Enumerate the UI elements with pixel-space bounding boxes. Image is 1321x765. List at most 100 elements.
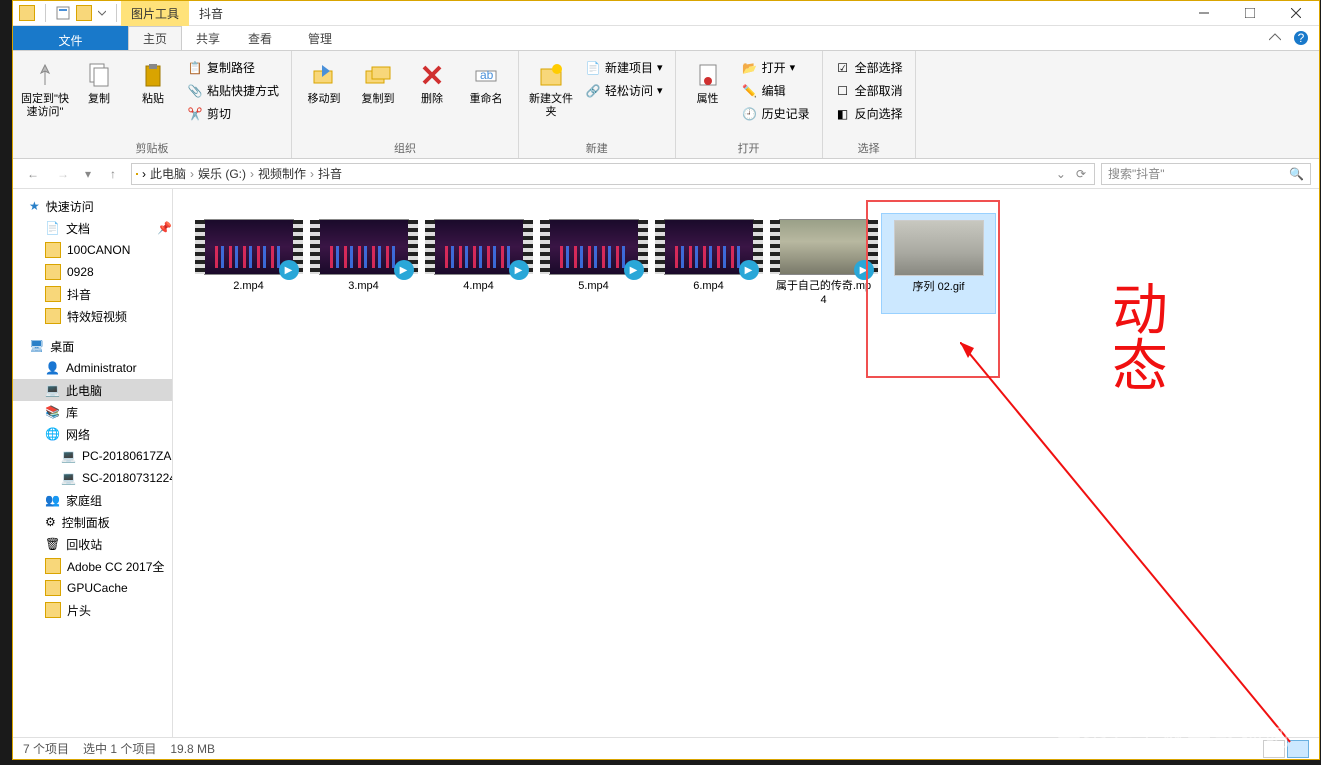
tab-home[interactable]: 主页: [128, 26, 182, 50]
sidebar-net-pc[interactable]: 💻SC-201807312245: [13, 467, 172, 489]
file-item[interactable]: ▶4.mp4: [421, 213, 536, 314]
tab-view[interactable]: 查看: [234, 26, 286, 50]
select-all-button[interactable]: ☑全部选择: [831, 57, 907, 78]
sidebar-net-pc[interactable]: 💻PC-20180617ZAS: [13, 445, 172, 467]
pin-quick-access-button[interactable]: 固定到"快速访问": [21, 55, 69, 119]
file-name: 3.mp4: [348, 279, 379, 293]
file-thumbnail: ▶: [549, 219, 639, 275]
file-item[interactable]: ▶6.mp4: [651, 213, 766, 314]
qat-properties-icon[interactable]: [56, 6, 70, 20]
sidebar-network[interactable]: 🌐网络: [13, 423, 172, 445]
rename-button[interactable]: ab重命名: [462, 55, 510, 106]
sidebar-admin[interactable]: 👤Administrator: [13, 357, 172, 379]
tab-file[interactable]: 文件: [13, 26, 128, 50]
paste-shortcut-button[interactable]: 📎粘贴快捷方式: [183, 80, 283, 101]
file-item[interactable]: ▶ 属于自己的传奇.mp4: [766, 213, 881, 314]
file-thumbnail: ▶: [319, 219, 409, 275]
file-name: 5.mp4: [578, 279, 609, 293]
new-folder-button[interactable]: 新建文件夹: [527, 55, 575, 119]
edit-button[interactable]: ✏️编辑: [738, 80, 814, 101]
sidebar-recycle[interactable]: 🗑回收站: [13, 533, 172, 555]
sidebar-item-folder[interactable]: 特效短视频: [13, 305, 172, 327]
address-row: ← → ▾ ↑ › 此电脑› 娱乐 (G:)› 视频制作› 抖音 ⌄ ⟳ 搜索"…: [13, 159, 1319, 189]
qat-open-icon[interactable]: [76, 5, 92, 21]
ribbon-tabs: 文件 主页 共享 查看 管理 ?: [13, 26, 1319, 51]
watermark: 头条号 / 林子影视吧: [1057, 718, 1291, 753]
minimize-button[interactable]: [1181, 1, 1227, 26]
file-thumbnail: ▶: [779, 219, 869, 275]
recent-dropdown[interactable]: ▾: [81, 162, 95, 186]
search-input[interactable]: 搜索"抖音" 🔍: [1101, 163, 1311, 185]
up-button[interactable]: ↑: [101, 162, 125, 186]
contextual-tab: 图片工具: [121, 1, 189, 26]
help-icon[interactable]: ?: [1293, 30, 1309, 46]
maximize-button[interactable]: [1227, 1, 1273, 26]
properties-button[interactable]: 属性: [684, 55, 732, 106]
sidebar-item-folder[interactable]: 0928: [13, 261, 172, 283]
group-select: 选择: [831, 138, 907, 156]
close-button[interactable]: [1273, 1, 1319, 26]
new-item-button[interactable]: 📄新建项目 ▾: [581, 57, 667, 78]
window-title: 抖音: [189, 1, 233, 26]
sidebar-this-pc[interactable]: 💻此电脑: [13, 379, 172, 401]
easy-access-button[interactable]: 🔗轻松访问 ▾: [581, 80, 667, 101]
move-to-button[interactable]: 移动到: [300, 55, 348, 106]
title-bar: 图片工具 抖音: [13, 1, 1319, 26]
group-open: 打开: [684, 138, 814, 156]
file-thumbnail: [894, 220, 984, 276]
file-item[interactable]: ▶ 5.mp4: [536, 213, 651, 314]
tab-share[interactable]: 共享: [182, 26, 234, 50]
invert-selection-button[interactable]: ◧反向选择: [831, 103, 907, 124]
cut-button[interactable]: ✂️剪切: [183, 103, 283, 124]
history-button[interactable]: 🕘历史记录: [738, 103, 814, 124]
sidebar-item-folder[interactable]: 抖音: [13, 283, 172, 305]
sidebar-quick-access[interactable]: ★快速访问: [13, 195, 172, 217]
crumb-this-pc[interactable]: 此电脑›: [150, 165, 194, 182]
copy-button[interactable]: 复制: [75, 55, 123, 106]
back-button[interactable]: ←: [21, 162, 45, 186]
navigation-pane: ★快速访问 📄文档📌 100CANON 0928 抖音 特效短视频 🖥桌面 👤A…: [13, 189, 173, 737]
refresh-icon[interactable]: ⟳: [1072, 167, 1090, 181]
search-icon: 🔍: [1289, 167, 1304, 181]
sidebar-library[interactable]: 📚库: [13, 401, 172, 423]
address-dropdown-icon[interactable]: ⌄: [1052, 167, 1070, 181]
file-name: 属于自己的传奇.mp4: [774, 279, 874, 308]
crumb-drive[interactable]: 娱乐 (G:)›: [198, 165, 254, 182]
svg-text:?: ?: [1298, 31, 1305, 45]
file-name: 6.mp4: [693, 279, 724, 293]
open-button[interactable]: 📂打开 ▾: [738, 57, 814, 78]
qat-dropdown-icon[interactable]: [98, 6, 106, 20]
sidebar-item-folder[interactable]: 片头: [13, 599, 172, 621]
tab-manage[interactable]: 管理: [294, 26, 346, 50]
file-item[interactable]: 序列 02.gif: [881, 213, 996, 314]
sidebar-item-folder[interactable]: Adobe CC 2017全: [13, 555, 172, 577]
crumb-folder2[interactable]: 抖音: [318, 165, 342, 182]
sidebar-desktop[interactable]: 🖥桌面: [13, 335, 172, 357]
copy-path-button[interactable]: 📋复制路径: [183, 57, 283, 78]
address-bar[interactable]: › 此电脑› 娱乐 (G:)› 视频制作› 抖音 ⌄ ⟳: [131, 163, 1095, 185]
crumb-folder1[interactable]: 视频制作›: [258, 165, 314, 182]
sidebar-item-folder[interactable]: GPUCache: [13, 577, 172, 599]
delete-button[interactable]: 删除: [408, 55, 456, 106]
sidebar-item-documents[interactable]: 📄文档📌: [13, 217, 172, 239]
file-list[interactable]: ▶2.mp4▶3.mp4▶4.mp4▶5.mp4▶6.mp4▶属于自己的传奇.m…: [173, 189, 1319, 737]
forward-button[interactable]: →: [51, 162, 75, 186]
group-new: 新建: [527, 138, 667, 156]
file-item[interactable]: ▶ 2.mp4: [191, 213, 306, 314]
svg-text:ab: ab: [480, 68, 494, 82]
file-thumbnail: ▶: [204, 219, 294, 275]
folder-icon: [19, 5, 35, 21]
select-none-button[interactable]: ☐全部取消: [831, 80, 907, 101]
sidebar-item-folder[interactable]: 100CANON: [13, 239, 172, 261]
file-item[interactable]: ▶ 3.mp4: [306, 213, 421, 314]
file-name: 2.mp4: [233, 279, 264, 293]
collapse-ribbon-icon[interactable]: [1269, 32, 1281, 44]
file-name: 序列 02.gif: [913, 280, 965, 294]
copy-to-button[interactable]: 复制到: [354, 55, 402, 106]
folder-icon: [136, 173, 138, 175]
paste-button[interactable]: 粘贴: [129, 55, 177, 106]
ribbon: 固定到"快速访问" 复制 粘贴 📋复制路径 📎粘贴快捷方式 ✂️剪切 剪贴板: [13, 51, 1319, 159]
sidebar-homegroup[interactable]: 👥家庭组: [13, 489, 172, 511]
sidebar-control-panel[interactable]: ⚙控制面板: [13, 511, 172, 533]
status-size: 19.8 MB: [170, 742, 215, 756]
